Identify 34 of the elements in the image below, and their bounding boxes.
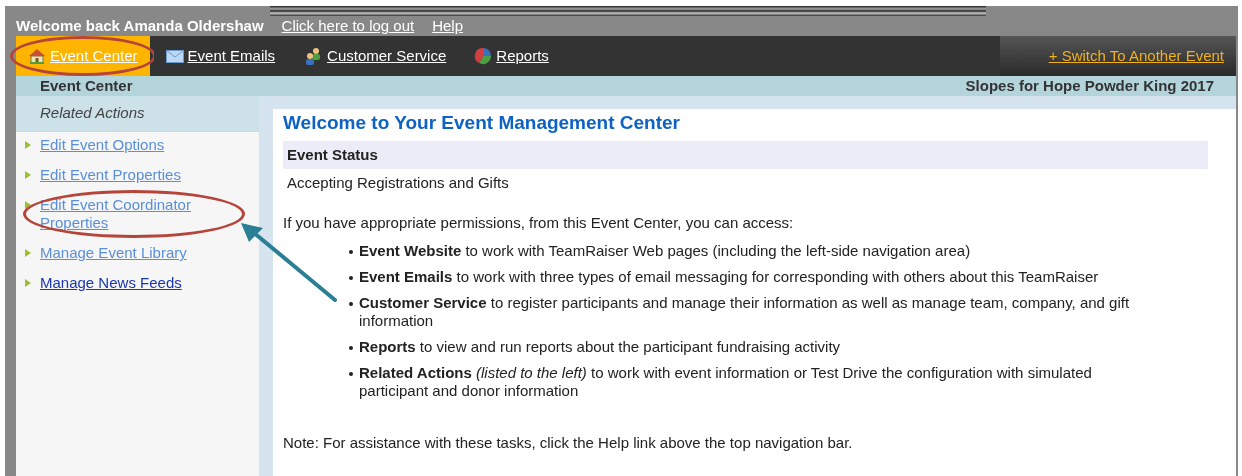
pie-chart-icon xyxy=(474,47,493,65)
section-title: Event Center xyxy=(40,75,133,96)
triangle-bullet-icon xyxy=(25,141,31,149)
header-link[interactable]: Help xyxy=(432,17,464,35)
bullet-text: Customer Service to register participants and manage their information as well as manage team, company, and gift information xyxy=(359,294,1131,330)
sidebar-link[interactable]: Edit Event Properties xyxy=(40,166,181,184)
status-value: Accepting Registrations and Gifts xyxy=(286,173,510,193)
sidebar-link[interactable]: Manage Event Library xyxy=(40,244,187,262)
triangle-bullet-icon xyxy=(25,249,31,257)
bullet-icon xyxy=(349,372,353,376)
intro-text: If you have appropriate permissions, from this Event Center, you can access: xyxy=(283,212,795,233)
header-link[interactable]: Click here to log out xyxy=(281,17,415,35)
triangle-bullet-icon xyxy=(25,171,31,179)
status-heading: Event Status xyxy=(283,141,1208,169)
welcome-text: Welcome back Amanda Oldershaw xyxy=(16,17,264,35)
event-name: Slopes for Hope Powder King 2017 xyxy=(965,75,1214,96)
bullet-icon xyxy=(349,302,353,306)
triangle-bullet-icon xyxy=(25,201,31,209)
bullet-icon xyxy=(349,250,353,254)
bullet-icon xyxy=(349,346,353,350)
bullet-text: Related Actions (listed to the left) to work with event information or Test Drive the configuration with simulated participant and donor information xyxy=(359,364,1093,400)
bullet-text: Event Emails to work with three types of email messaging for corresponding with others about this TeamRaiser xyxy=(359,268,1099,286)
sidebar-heading: Related Actions xyxy=(40,103,145,124)
house-icon xyxy=(28,48,46,64)
bullet-text: Reports to view and run reports about the participant fundraising activity xyxy=(359,338,841,356)
sidebar-link[interactable]: Edit Event Options xyxy=(40,136,165,154)
envelope-icon xyxy=(165,49,184,63)
bullet-text: Event Website to work with TeamRaiser Web pages (including the left-side navigation area) xyxy=(359,242,971,260)
bullet-icon xyxy=(349,276,353,280)
sidebar-link[interactable]: Manage News Feeds xyxy=(40,274,182,292)
switch-event-link[interactable]: + Switch To Another Event xyxy=(1048,44,1224,68)
page-title: Welcome to Your Event Management Center xyxy=(283,111,681,135)
note-text: Note: For assistance with these tasks, click the Help link above the top navigation bar. xyxy=(283,433,854,453)
triangle-bullet-icon xyxy=(25,279,31,287)
